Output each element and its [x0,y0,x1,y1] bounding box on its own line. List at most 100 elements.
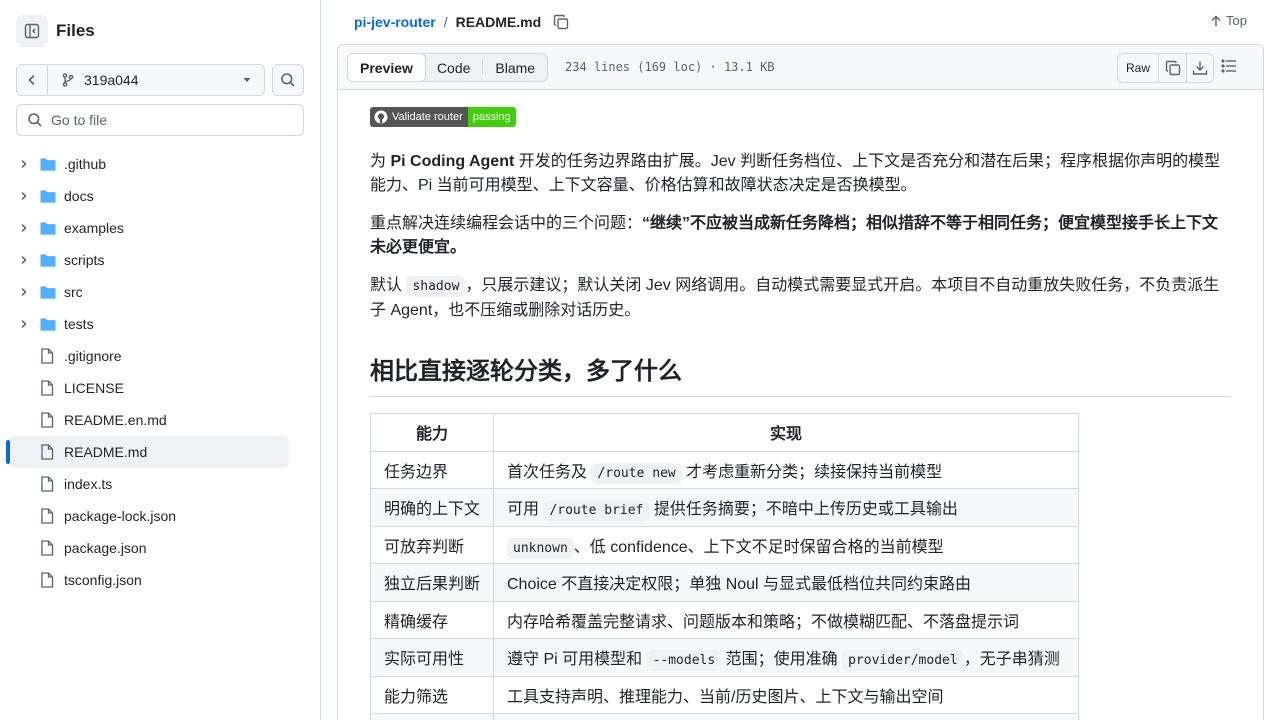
cell-text: ，无子串猜测 [963,651,1060,669]
collapse-sidebar-button[interactable] [16,15,48,47]
file-icon [40,380,56,396]
chevron-right-icon[interactable] [16,222,32,234]
tree-item-github[interactable]: .github [8,148,313,180]
table-cell-implementation: 遵守 Pi 可用模型和 --models 范围；使用准确 provider/mo… [493,638,1079,677]
file-icon [40,444,56,460]
git-branch-icon [62,73,74,87]
cell-text: 、低 confidence、上下文不足时保留合格的当前模型 [573,538,944,556]
cell-text: 可用 [507,501,544,519]
chevron-right-icon[interactable] [16,190,32,202]
table-cell-implementation: unknown 、低 confidence、上下文不足时保留合格的当前模型 [493,525,1079,564]
tree-item-src[interactable]: src [8,276,313,308]
back-to-top-link[interactable]: Top [1210,13,1247,28]
cell-text: 内存哈希覆盖完整请求、问题版本和策略；不做模糊匹配、不落盘提示词 [507,613,1020,631]
file-icon [40,412,56,428]
table-cell-capability: 精确缓存 [370,600,494,639]
table-header-row: 能力 实现 [370,413,1079,452]
tree-item-label: examples [64,220,124,236]
tree-item-label: index.ts [64,476,113,492]
tree-item-label: .gitignore [64,348,122,364]
arrow-up-icon [1211,14,1221,26]
download-button[interactable] [1186,54,1213,82]
tree-item-label: docs [64,188,94,204]
github-icon [374,110,388,124]
view-mode-tabs: Preview Code Blame [347,53,549,82]
inline-code: unknown [507,537,574,559]
raw-button[interactable]: Raw [1118,54,1159,82]
table-cell-implementation: 内存哈希覆盖完整请求、问题版本和策略；不做模糊匹配、不落盘提示词 [493,600,1079,639]
tree-item-package-json[interactable]: package.json [8,532,313,564]
defaults-text-rest: ，只展示建议；默认关闭 Jev 网络调用。自动模式需要显式开启。本项目不自动重放… [370,277,1220,319]
branch-row: 319a044 [16,64,304,96]
intro-text: 为 [370,153,391,170]
chevron-right-icon[interactable] [16,158,32,170]
tree-item-label: README.md [64,444,148,460]
tree-item-package-lock[interactable]: package-lock.json [8,500,313,532]
tree-item-label: src [64,284,83,300]
tree-item-tsconfig[interactable]: tsconfig.json [8,564,313,596]
tree-item-tests[interactable]: tests [8,308,313,340]
tree-item-license[interactable]: LICENSE [8,372,313,404]
breadcrumb-repo-link[interactable]: pi-jev-router [354,14,436,30]
tab-preview[interactable]: Preview [347,53,426,82]
file-info: 234 lines (169 loc) · 13.1 KB [565,60,775,74]
tree-item-index-ts[interactable]: index.ts [8,468,313,500]
folder-icon [40,157,56,172]
table-cell-implementation: 使用价格和最近观察到的缓存读取比例估算；未知价格不算免费 [493,713,1079,720]
table-row: 可放弃判断 unknown 、低 confidence、上下文不足时保留合格的当前模… [370,525,1079,564]
branch-selector[interactable]: 319a044 [48,64,265,96]
table-cell-implementation: Choice 不直接决定权限；单独 Noul 与显式最低档位共同约束路由 [493,563,1079,602]
table-row: 换模成本使用价格和最近观察到的缓存读取比例估算；未知价格不算免费 [370,713,1079,720]
tree-item-label: README.en.md [64,412,167,428]
table-row: 任务边界 首次任务及 /route new 才考虑重新分类；续接保持当前模型 [370,450,1079,489]
branch-name: 319a044 [84,72,139,88]
inline-code: shadow [406,276,466,297]
copy-raw-button[interactable] [1159,54,1186,82]
outline-button[interactable] [1220,57,1238,80]
tree-item-readme-en[interactable]: README.en.md [8,404,313,436]
copy-icon [553,14,569,30]
chevron-right-icon[interactable] [16,286,32,298]
table-cell-capability: 能力筛选 [370,675,494,714]
cell-text: 工具支持声明、推理能力、当前/历史图片、上下文与输出空间 [507,688,944,706]
go-to-file-input[interactable]: Go to file [16,104,304,136]
tree-item-examples[interactable]: examples [8,212,313,244]
table-cell-capability: 换模成本 [370,713,494,720]
copy-path-button[interactable] [553,14,569,30]
chevron-right-icon[interactable] [16,254,32,266]
folder-icon [40,189,56,204]
table-row: 明确的上下文 可用 /route brief 提供任务摘要；不暗中上传历史或工具输… [370,488,1079,527]
search-icon [281,73,295,87]
tree-item-label: .github [64,156,107,172]
table-row: 实际可用性 遵守 Pi 可用模型和 --models 范围；使用准确 provid… [370,638,1079,677]
back-button[interactable] [16,64,48,96]
capability-table: 能力 实现 任务边界 首次任务及 /route new 才考虑重新分类；续接保持当… [370,413,1079,720]
table-cell-implementation: 首次任务及 /route new 才考虑重新分类；续接保持当前模型 [493,450,1079,489]
chevron-left-icon [28,74,35,86]
folder-icon [40,253,56,268]
cell-text: 提供任务摘要；不暗中上传历史或工具输出 [649,501,958,519]
ci-status-badge[interactable]: Validate router passing [370,107,516,127]
table-cell-implementation: 工具支持声明、推理能力、当前/历史图片、上下文与输出空间 [493,675,1079,714]
tab-blame[interactable]: Blame [483,54,547,81]
tree-item-gitignore[interactable]: .gitignore [8,340,313,372]
tree-item-docs[interactable]: docs [8,180,313,212]
focus-paragraph: 重点解决连续编程会话中的三个问题：“继续”不应被当成新任务降档；相似措辞不等于相… [370,212,1231,260]
breadcrumb: pi-jev-router / README.md Top [337,0,1264,44]
caret-down-icon [243,78,251,82]
readme-content: Validate router passing 为 Pi Coding Agen… [337,90,1264,720]
tree-item-readme[interactable]: README.md [6,436,289,468]
inline-code: provider/model [842,650,964,672]
file-tree-sidebar: Files 319a044 Go to file .github docs ex… [0,0,321,720]
tab-code[interactable]: Code [425,54,482,81]
intro-paragraph: 为 Pi Coding Agent 开发的任务边界路由扩展。Jev 判断任务档位… [370,150,1231,198]
tree-item-label: tests [64,316,94,332]
tree-item-label: scripts [64,252,105,268]
tree-item-scripts[interactable]: scripts [8,244,313,276]
file-icon [40,540,56,556]
chevron-right-icon[interactable] [16,318,32,330]
table-cell-capability: 实际可用性 [370,638,494,677]
file-icon [40,508,56,524]
search-files-button[interactable] [272,64,304,96]
badge-status: passing [467,107,516,127]
